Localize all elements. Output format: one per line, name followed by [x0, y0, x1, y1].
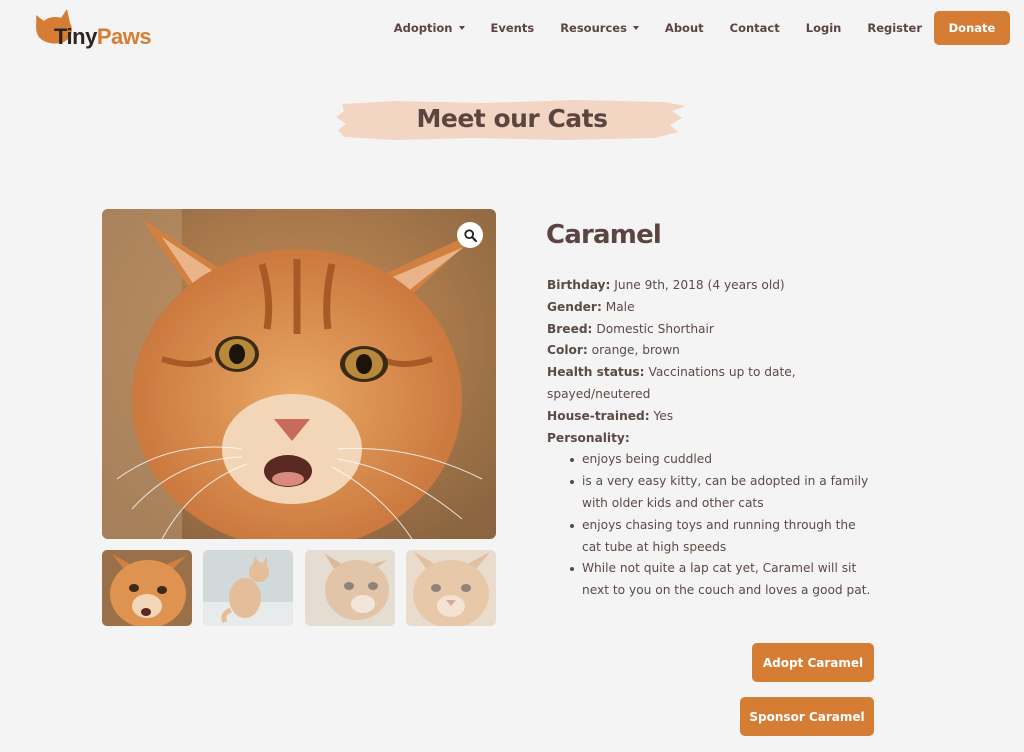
main-nav: Adoption Events Resources About Contact … [368, 0, 922, 56]
nav-label-contact: Contact [729, 21, 780, 35]
house-trained-value: Yes [653, 408, 674, 423]
chevron-down-icon [458, 26, 465, 30]
nav-item-events[interactable]: Events [491, 21, 535, 35]
nav-label-adoption: Adoption [393, 21, 453, 35]
logo-wordmark: TinyPaws [54, 24, 152, 50]
nav-label-register: Register [867, 21, 922, 35]
nav-item-login[interactable]: Login [806, 21, 842, 35]
breed-value: Domestic Shorthair [596, 321, 714, 336]
personality-item: enjoys chasing toys and running through … [570, 515, 877, 559]
thumbnail-4[interactable] [406, 550, 496, 626]
detail-birthday: Birthday: June 9th, 2018 (4 years old) [547, 275, 877, 297]
nav-item-about[interactable]: About [665, 21, 704, 35]
personality-item: While not quite a lap cat yet, Caramel w… [570, 558, 877, 602]
cat-details: Birthday: June 9th, 2018 (4 years old) G… [547, 275, 877, 602]
personality-list: enjoys being cuddled is a very easy kitt… [547, 449, 877, 602]
detail-health: Health status: Vaccinations up to date, … [547, 362, 877, 406]
donate-button[interactable]: Donate [934, 11, 1010, 45]
detail-house-trained: House-trained: Yes [547, 406, 877, 428]
personality-label: Personality: [547, 430, 630, 445]
house-trained-label: House-trained: [547, 408, 650, 423]
nav-label-events: Events [490, 21, 535, 35]
page-title: Meet our Cats [416, 104, 609, 133]
logo-text-paws: Paws [96, 24, 152, 49]
adopt-button[interactable]: Adopt Caramel [752, 643, 874, 682]
cat-name-heading: Caramel [546, 220, 662, 250]
site-logo[interactable]: TinyPaws [34, 7, 154, 49]
detail-breed: Breed: Domestic Shorthair [547, 319, 877, 341]
nav-item-register[interactable]: Register [867, 21, 922, 35]
zoom-button[interactable] [457, 222, 483, 248]
color-value: orange, brown [591, 343, 680, 358]
breed-label: Breed: [547, 321, 593, 336]
birthday-label: Birthday: [547, 278, 611, 292]
thumbnail-2[interactable] [203, 550, 293, 626]
personality-item: enjoys being cuddled [570, 449, 877, 471]
nav-item-contact[interactable]: Contact [730, 21, 780, 35]
detail-personality: Personality: [547, 428, 877, 450]
detail-gender: Gender: Male [547, 297, 877, 319]
main-cat-photo[interactable] [102, 209, 496, 539]
nav-item-adoption[interactable]: Adoption [394, 21, 465, 35]
chevron-down-icon [632, 26, 639, 30]
nav-label-about: About [664, 21, 704, 35]
detail-color: Color: orange, brown [547, 340, 877, 362]
nav-item-resources[interactable]: Resources [560, 21, 639, 35]
logo-text-tiny: Tiny [54, 24, 97, 49]
birthday-value: June 9th, 2018 (4 years old) [614, 278, 785, 292]
personality-item: is a very easy kitty, can be adopted in … [570, 471, 877, 515]
gender-value: Male [605, 299, 635, 314]
nav-label-login: Login [805, 21, 842, 35]
magnifier-icon [463, 228, 477, 242]
thumbnail-3[interactable] [305, 550, 395, 626]
color-label: Color: [547, 343, 588, 358]
nav-label-resources: Resources [560, 21, 627, 35]
sponsor-button[interactable]: Sponsor Caramel [740, 697, 874, 736]
gender-label: Gender: [547, 299, 602, 314]
thumbnail-1[interactable] [102, 550, 192, 626]
health-label: Health status: [547, 365, 645, 380]
